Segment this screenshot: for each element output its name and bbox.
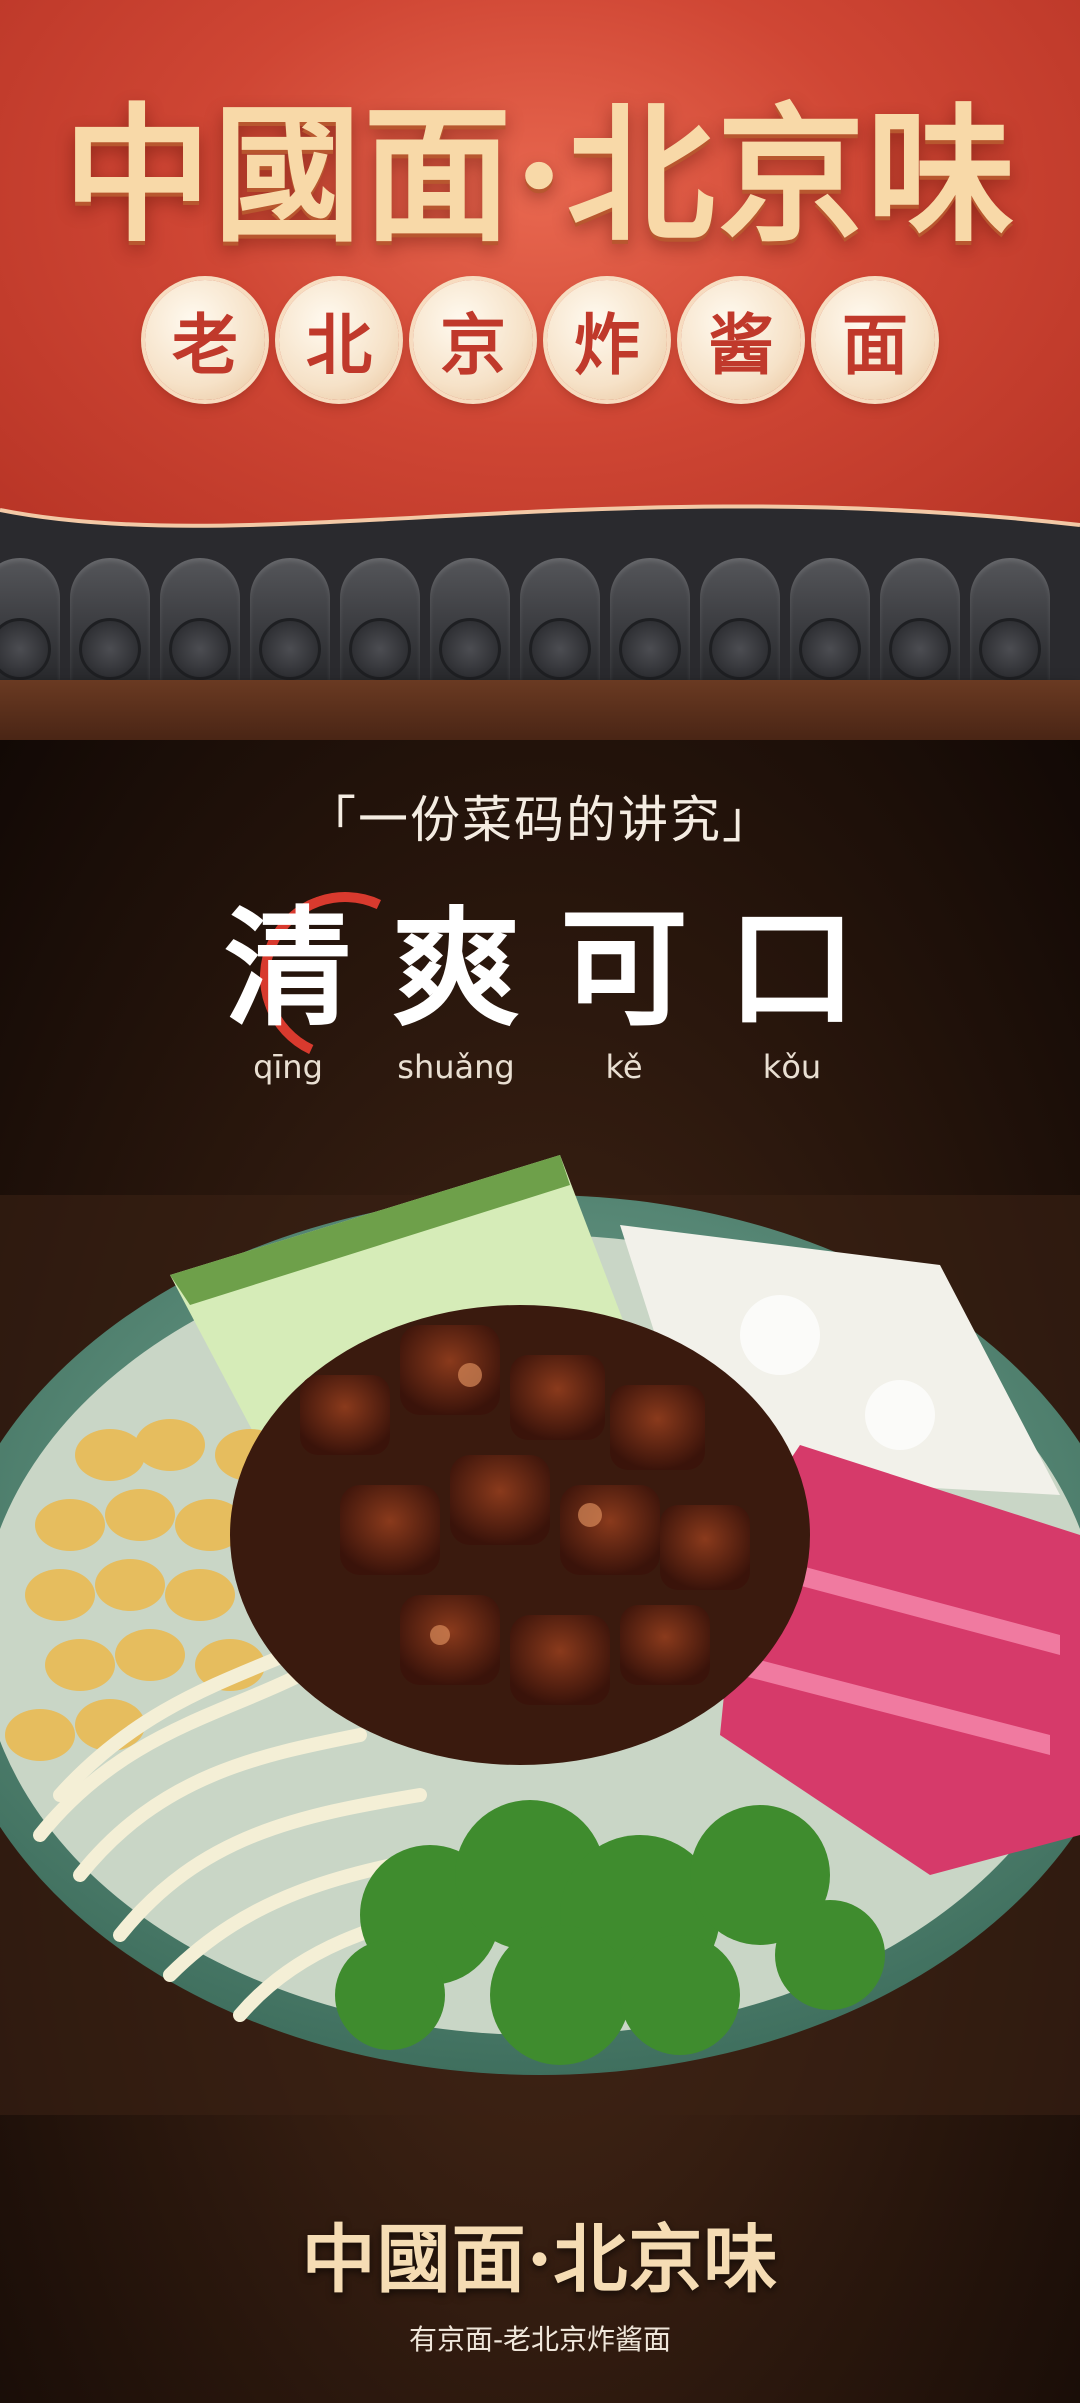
- roof-tile-icon: [70, 558, 150, 688]
- feature-words: 清 爽 可 口: [0, 895, 1080, 1045]
- feature-word: 爽: [391, 895, 520, 1044]
- roof-tile-icon: [610, 558, 690, 688]
- pinyin-label: shuǎng: [397, 1048, 515, 1086]
- medallion-char: 北: [279, 280, 399, 400]
- roof-tile-icon: [880, 558, 960, 688]
- feature-word: 可: [559, 895, 688, 1044]
- roof-tile-icon: [430, 558, 510, 688]
- medallion-char: 京: [413, 280, 533, 400]
- poster: 中國面·北京味 老 北 京 炸 酱 面 「一份菜码的讲究」 清 爽 可 口 qī…: [0, 0, 1080, 2403]
- feature-word: 口: [727, 895, 856, 1044]
- braised-pork-sauce: [230, 1305, 810, 1765]
- sub-title-medallions: 老 北 京 炸 酱 面: [0, 280, 1080, 400]
- roof-tile-icon: [700, 558, 780, 688]
- medallion-char: 炸: [547, 280, 667, 400]
- pinyin-label: kě: [605, 1048, 643, 1086]
- footer-title: 中國面·北京味: [301, 2217, 779, 2303]
- noodle-bowl-illustration: [0, 1155, 1080, 2115]
- roof-tile-icon: [340, 558, 420, 688]
- wooden-eave: [0, 680, 1080, 740]
- feature-word: 清: [223, 895, 352, 1044]
- medallion-char: 面: [815, 280, 935, 400]
- roof-tiles: [0, 540, 1080, 690]
- pinyin-label: kǒu: [762, 1048, 822, 1086]
- tagline: 「一份菜码的讲究」: [306, 791, 774, 849]
- footer-subtitle: 有京面-老北京炸酱面: [408, 2323, 672, 2356]
- roof-tile-icon: [520, 558, 600, 688]
- pinyin-label: qīng: [253, 1048, 323, 1086]
- medallion-char: 老: [145, 280, 265, 400]
- roof-tile-icon: [790, 558, 870, 688]
- roof-tile-icon: [160, 558, 240, 688]
- pinyin-row: qīng shuǎng kě kǒu: [0, 1048, 1080, 1086]
- roof-tile-icon: [970, 558, 1050, 688]
- main-title: 中國面·北京味: [63, 88, 1017, 262]
- roof-tile-icon: [250, 558, 330, 688]
- medallion-char: 酱: [681, 280, 801, 400]
- roof-tile-icon: [0, 558, 60, 688]
